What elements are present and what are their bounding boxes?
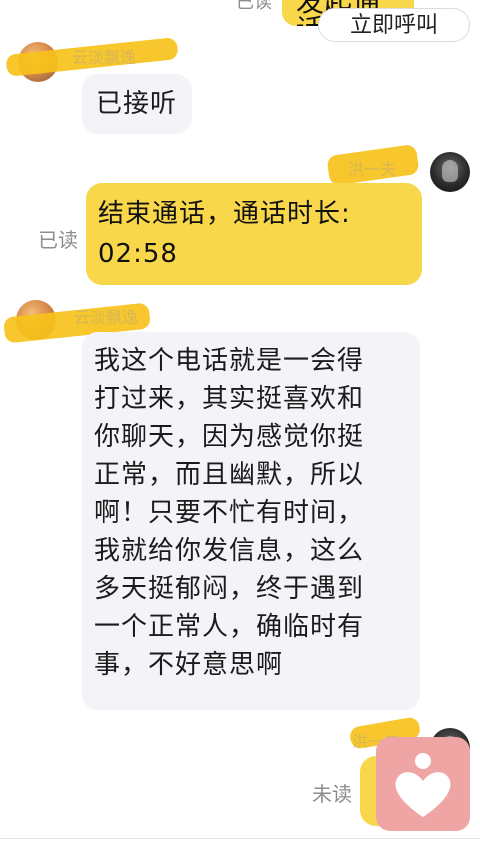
message-line: 多天挺郁闷，终于遇到: [94, 574, 365, 604]
heart-button[interactable]: [376, 737, 470, 831]
message-line: 打过来，其实挺喜欢和: [94, 384, 365, 414]
message-line: 正常，而且幽默，所以: [94, 460, 365, 490]
heart-icon: [395, 753, 451, 817]
message-text-block: 我这个电话就是一会得 打过来，其实挺喜欢和 你聊天，因为感觉你挺 正常，而且幽默…: [94, 342, 364, 684]
message-line: 你聊天，因为感觉你挺: [94, 422, 365, 452]
message-line: 事，不好意思啊: [94, 650, 284, 680]
message-line: 我这个电话就是一会得: [94, 346, 365, 376]
call-ended-text: 结束通话，通话时长:: [98, 199, 351, 229]
divider: [0, 838, 480, 839]
user-avatar[interactable]: [430, 152, 470, 192]
sender-name: 洪一夫: [348, 160, 397, 179]
call-now-button[interactable]: 立即呼叫: [318, 8, 470, 42]
read-status: 已读: [38, 228, 78, 252]
call-ended-bubble[interactable]: 结束通话，通话时长: 02:58: [86, 183, 422, 285]
sender-name: 云淡飘逸: [72, 48, 137, 67]
message-line: 一个正常人，确临时有: [94, 612, 365, 642]
sender-name: 云淡飘逸: [74, 308, 139, 327]
call-duration: 02:58: [98, 239, 178, 269]
message-line: 我就给你发信息，这么: [94, 536, 365, 566]
message-line: 啊！只要不忙有时间，: [94, 498, 365, 528]
message-bubble[interactable]: 已接听: [82, 74, 192, 134]
message-text: 已接听: [96, 89, 178, 119]
message-bubble[interactable]: 我这个电话就是一会得 打过来，其实挺喜欢和 你聊天，因为感觉你挺 正常，而且幽默…: [82, 332, 420, 710]
unread-status: 未读: [312, 782, 352, 806]
read-status: 已读: [236, 0, 272, 13]
